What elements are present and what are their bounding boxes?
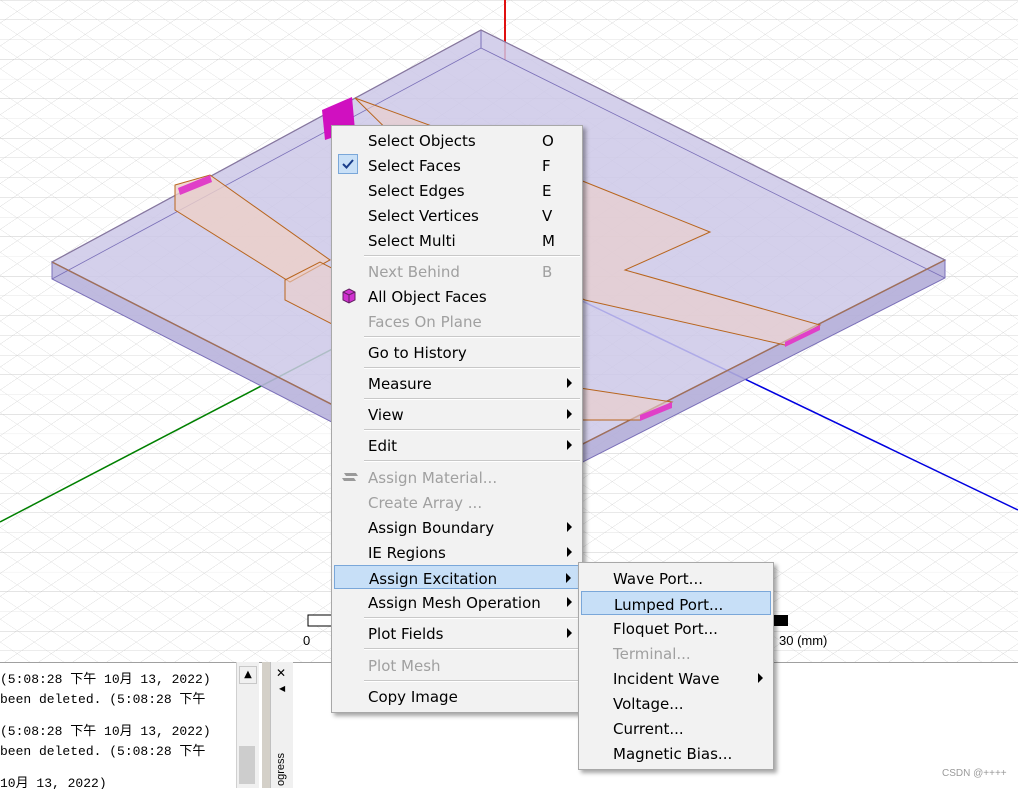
menu-separator (364, 460, 580, 462)
menu-item-voltage[interactable]: Voltage... (581, 691, 771, 715)
menu-separator (364, 336, 580, 338)
progress-panel-tab[interactable]: ✕ ◀ ogress (270, 662, 294, 788)
menu-item-plot-fields[interactable]: Plot Fields (334, 621, 580, 645)
menu-item-select-faces[interactable]: Select Faces F (334, 153, 580, 177)
progress-tab-label: ogress (275, 752, 287, 786)
menu-item-assign-mesh-operation[interactable]: Assign Mesh Operation (334, 590, 580, 614)
message-line: (5:08:28 下午 10月 13, 2022) (0, 724, 211, 739)
menu-item-select-objects[interactable]: Select Objects O (334, 128, 580, 152)
menu-item-current[interactable]: Current... (581, 716, 771, 740)
checkmark-icon (338, 154, 358, 174)
submenu-arrow-icon (567, 440, 572, 450)
panel-splitter[interactable] (262, 662, 270, 788)
menu-item-view[interactable]: View (334, 402, 580, 426)
message-line: 10月 13, 2022) (0, 776, 107, 789)
submenu-arrow-icon (567, 628, 572, 638)
scale-end-label: 30 (mm) (779, 633, 828, 648)
menu-separator (364, 648, 580, 650)
watermark: CSDN @++++ (942, 768, 1007, 779)
menu-item-go-to-history[interactable]: Go to History (334, 340, 580, 364)
cube-icon (340, 287, 358, 305)
menu-item-lumped-port[interactable]: Lumped Port... (581, 591, 771, 615)
menu-item-all-object-faces[interactable]: All Object Faces (334, 284, 580, 308)
submenu-arrow-icon (567, 409, 572, 419)
scale-start-label: 0 (303, 633, 311, 648)
message-scrollbar[interactable]: ▲ (236, 662, 259, 788)
menu-item-faces-on-plane[interactable]: Faces On Plane (334, 309, 580, 333)
message-line: (5:08:28 下午 10月 13, 2022) (0, 672, 211, 687)
submenu-arrow-icon (567, 597, 572, 607)
menu-item-create-array[interactable]: Create Array ... (334, 490, 580, 514)
menu-item-floquet-port[interactable]: Floquet Port... (581, 616, 771, 640)
message-manager-panel: (5:08:28 下午 10月 13, 2022) been deleted. … (0, 662, 262, 789)
context-menu: Select Objects O Select Faces F Select E… (331, 125, 583, 713)
menu-separator (364, 398, 580, 400)
scale-bar-segment (307, 614, 333, 627)
menu-item-wave-port[interactable]: Wave Port... (581, 566, 771, 590)
menu-item-copy-image[interactable]: Copy Image (334, 684, 580, 708)
menu-item-magnetic-bias[interactable]: Magnetic Bias... (581, 741, 771, 765)
menu-item-select-vertices[interactable]: Select Vertices V (334, 203, 580, 227)
collapse-icon[interactable]: ◀ (279, 684, 285, 693)
menu-item-incident-wave[interactable]: Incident Wave (581, 666, 771, 690)
menu-item-plot-mesh[interactable]: Plot Mesh (334, 653, 580, 677)
material-icon (340, 468, 358, 486)
menu-item-edit[interactable]: Edit (334, 433, 580, 457)
menu-separator (364, 617, 580, 619)
close-icon[interactable]: ✕ (276, 666, 286, 680)
submenu-arrow-icon (567, 378, 572, 388)
menu-item-next-behind[interactable]: Next Behind B (334, 259, 580, 283)
menu-separator (364, 255, 580, 257)
scroll-thumb[interactable] (239, 746, 255, 784)
menu-item-select-edges[interactable]: Select Edges E (334, 178, 580, 202)
submenu-arrow-icon (566, 573, 571, 583)
menu-item-terminal[interactable]: Terminal... (581, 641, 771, 665)
menu-item-assign-material[interactable]: Assign Material... (334, 465, 580, 489)
menu-item-assign-excitation[interactable]: Assign Excitation (334, 565, 580, 589)
menu-item-measure[interactable]: Measure (334, 371, 580, 395)
menu-item-select-multi[interactable]: Select Multi M (334, 228, 580, 252)
menu-item-assign-boundary[interactable]: Assign Boundary (334, 515, 580, 539)
assign-excitation-submenu: Wave Port... Lumped Port... Floquet Port… (578, 562, 774, 770)
submenu-arrow-icon (567, 547, 572, 557)
menu-item-ie-regions[interactable]: IE Regions (334, 540, 580, 564)
submenu-arrow-icon (758, 673, 763, 683)
menu-separator (364, 367, 580, 369)
scroll-up-icon[interactable]: ▲ (239, 666, 257, 684)
message-line: been deleted. (5:08:28 下午 (0, 692, 206, 707)
submenu-arrow-icon (567, 522, 572, 532)
menu-separator (364, 680, 580, 682)
menu-separator (364, 429, 580, 431)
message-line: been deleted. (5:08:28 下午 (0, 744, 206, 759)
